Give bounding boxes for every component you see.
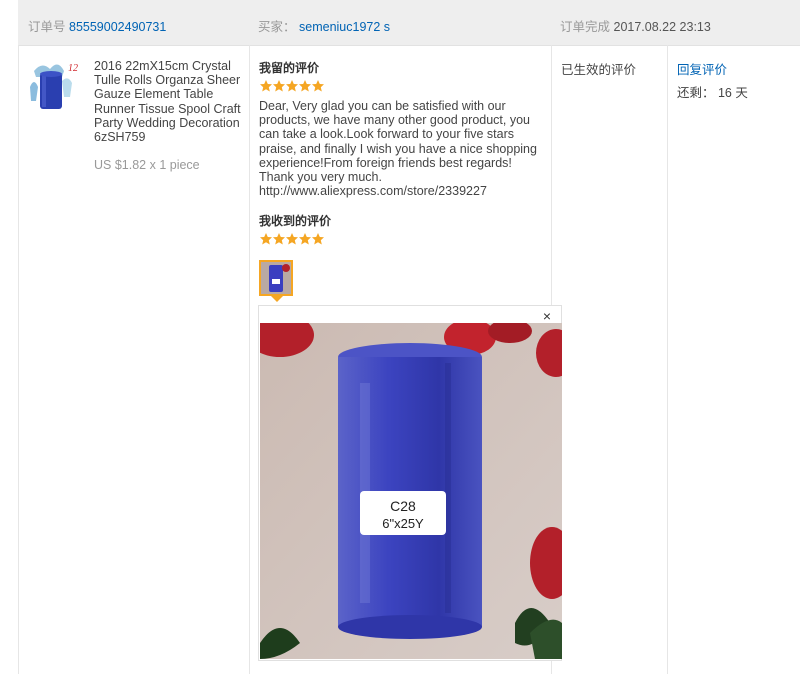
tulle-roll-photo: C28 6"x25Y <box>260 323 562 659</box>
buyer-link[interactable]: semeniuc1972 s <box>299 20 390 34</box>
photo-label-line2: 6"x25Y <box>382 516 424 531</box>
my-feedback-text: Dear, Very glad you can be satisfied wit… <box>259 99 537 199</box>
my-feedback-star-rating <box>260 80 324 92</box>
photo-label-line1: C28 <box>390 498 416 514</box>
product-thumbnail[interactable]: 12 <box>28 57 84 113</box>
tulle-roll-photo-thumbnail <box>261 262 291 294</box>
received-feedback-title: 我收到的评价 <box>259 214 332 228</box>
order-completed: 订单完成 2017.08.22 23:13 <box>560 16 711 35</box>
days-remaining: 还剩： 16 天 <box>677 86 748 100</box>
order-completed-label: 订单完成 <box>560 20 611 34</box>
buyer-info: 买家： semeniuc1972 s <box>258 16 390 35</box>
received-feedback-star-rating <box>260 233 324 245</box>
tulle-roll-product-image: 12 <box>28 57 84 113</box>
buyer-label: 买家： <box>258 20 296 34</box>
reply-feedback-link[interactable]: 回复评价 <box>677 59 727 78</box>
order-number-label: 订单号 <box>28 20 66 34</box>
order-completed-time: 2017.08.22 23:13 <box>613 20 711 34</box>
thumbnail-pointer <box>271 296 283 302</box>
my-feedback-title: 我留的评价 <box>259 61 320 75</box>
product-badge: 12 <box>68 63 78 74</box>
review-photo-thumbnail[interactable] <box>259 260 293 296</box>
feedback-status: 已生效的评价 <box>561 63 637 77</box>
left-margin <box>0 0 18 674</box>
product-title-link[interactable]: 2016 22mX15cm Crystal Tulle Rolls Organz… <box>94 59 244 144</box>
order-number: 订单号 85559002490731 <box>28 16 166 35</box>
close-icon[interactable]: × <box>540 309 554 323</box>
table-left-border <box>18 45 19 674</box>
column-divider <box>249 45 250 674</box>
review-photo-large: C28 6"x25Y <box>260 323 562 659</box>
product-price: US $1.82 x 1 piece <box>94 158 200 172</box>
order-header: 订单号 85559002490731 买家： semeniuc1972 s 订单… <box>18 0 800 46</box>
column-divider <box>667 45 668 674</box>
order-number-link[interactable]: 85559002490731 <box>69 20 166 34</box>
